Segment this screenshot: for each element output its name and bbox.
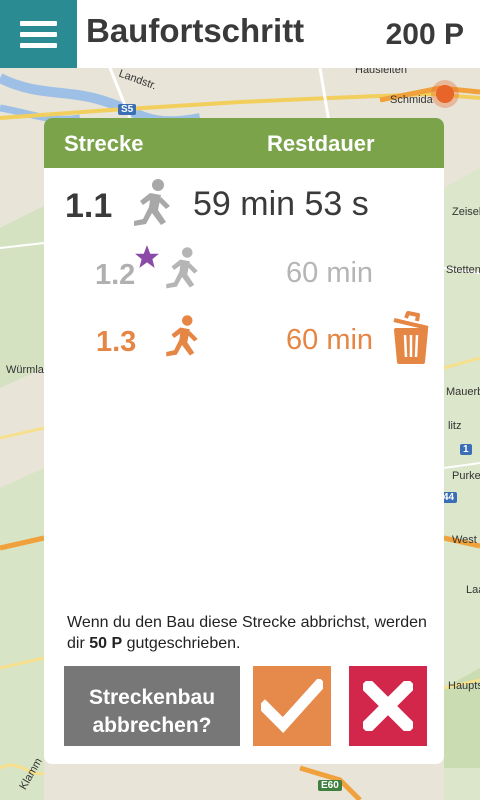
refund-message: Wenn du den Bau diese Strecke abbrichst,… <box>67 614 427 652</box>
route-id: 1.3 <box>96 326 137 358</box>
location-marker[interactable] <box>431 80 459 108</box>
points-counter: 200 P <box>385 18 464 51</box>
road-shield: 1 <box>460 444 472 455</box>
column-header-route: Strecke <box>64 131 144 156</box>
map-label: Laa <box>466 584 480 596</box>
route-row[interactable]: 1.2 60 min <box>44 242 444 302</box>
route-id: 1.2 <box>95 259 136 291</box>
map-label: Hausleiten <box>355 68 407 76</box>
runner-icon <box>161 244 203 301</box>
route-id: 1.1 <box>65 187 113 225</box>
close-icon <box>363 681 413 731</box>
map-label: Würmla <box>6 364 44 376</box>
remaining-time: 59 min 53 s <box>193 185 369 223</box>
map-label: West <box>452 534 477 546</box>
confirm-button[interactable] <box>253 666 331 746</box>
map-label: Zeisel <box>452 206 480 218</box>
route-row[interactable]: 1.1 59 min 53 s <box>44 173 444 233</box>
cancel-button[interactable] <box>349 666 427 746</box>
map-label: Purke <box>452 470 480 482</box>
checkmark-icon <box>261 679 323 733</box>
top-bar: Baufortschritt 200 P <box>0 0 480 68</box>
abort-construction-button[interactable]: Streckenbau abbrechen? <box>64 666 240 746</box>
map-label: Hauptst <box>448 680 480 692</box>
map-label: Mauerba <box>446 386 480 398</box>
map-label: litz <box>448 420 462 432</box>
remaining-time: 60 min <box>286 324 374 356</box>
runner-icon <box>161 312 203 369</box>
dialog-header: Strecke Restdauer <box>44 118 444 168</box>
road-shield: S5 <box>118 104 137 115</box>
map-label: Stetten <box>446 264 480 276</box>
route-row[interactable]: 1.3 60 min <box>44 310 444 370</box>
map-label: Schmida <box>390 94 433 106</box>
runner-icon <box>128 178 176 237</box>
column-header-remaining: Restdauer <box>267 131 375 156</box>
page-title: Baufortschritt <box>86 12 305 49</box>
remaining-time: 60 min <box>286 257 374 289</box>
star-icon <box>134 244 160 275</box>
refund-amount: 50 P <box>89 635 123 652</box>
menu-button[interactable] <box>0 0 77 68</box>
hamburger-icon <box>20 21 57 26</box>
road-shield: E60 <box>318 780 342 791</box>
trash-icon[interactable] <box>388 310 434 371</box>
construction-dialog: Strecke Restdauer 1.1 59 min 53 s 1.2 60… <box>44 118 444 764</box>
